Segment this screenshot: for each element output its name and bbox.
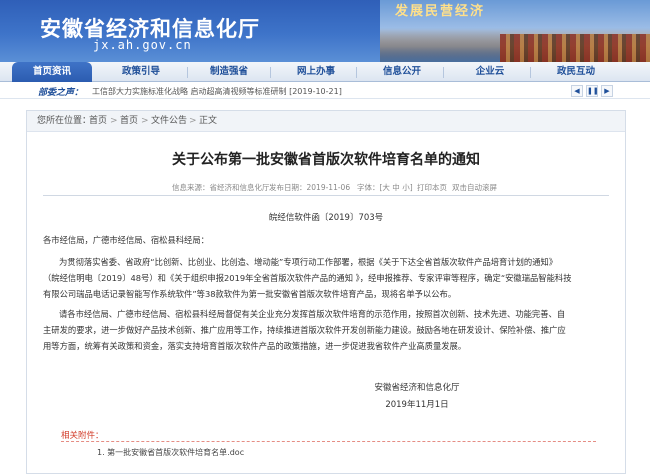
- breadcrumb-separator: >: [189, 116, 197, 126]
- nav-divider: [530, 67, 531, 78]
- breadcrumb-separator: >: [141, 116, 149, 126]
- ticker-label: 部委之声：: [38, 88, 84, 98]
- breadcrumb-prefix: 您所在位置：: [37, 116, 92, 126]
- nav-divider: [356, 67, 357, 78]
- document-number: 皖经信软件函〔2019〕703号: [268, 213, 384, 223]
- nav-item-online-services[interactable]: 网上办事: [276, 62, 356, 82]
- article-meta: 信息来源：省经济和信息化厅 发布日期：2019-11-06 字体：[大 中 小]…: [27, 180, 625, 194]
- article-panel: 您所在位置： 首页 > 首页 > 文件公告 > 正文 关于公布第一批安徽省首版次…: [26, 110, 626, 474]
- nav-item-enterprise-cloud[interactable]: 企业云: [450, 62, 530, 82]
- site-header: 发展民营经济 安徽省经济和信息化厅 jx.ah.gov.cn: [0, 0, 650, 62]
- body-paragraph-2-line-2: 主研发的要求，进一步做好产品技术创新、推广应用等工作，持续推进首版次软件开发创新…: [43, 325, 566, 335]
- banner-city-skyline: [380, 30, 500, 62]
- attachments-heading: 相关附件：: [61, 431, 104, 441]
- body-paragraph-1-line-3: 有限公司瑞品电话记录智能写作系统软件”等38款软件为第一批安徽省首版次软件培育产…: [43, 289, 457, 299]
- banner-slogan: 发展民营经济: [395, 4, 486, 19]
- nav-item-manufacturing[interactable]: 制造强省: [189, 62, 269, 82]
- meta-source: 信息来源：省经济和信息化厅: [172, 183, 270, 192]
- print-link[interactable]: 打印本页: [417, 182, 447, 193]
- signature-date: 2019年11月1日: [385, 400, 449, 410]
- attachments-divider: [61, 441, 596, 442]
- nav-item-gov-interaction[interactable]: 政民互动: [536, 62, 616, 82]
- nav-item-info-disclosure[interactable]: 信息公开: [362, 62, 442, 82]
- nav-item-home-news[interactable]: 首页资讯: [12, 62, 92, 82]
- body-paragraph-2-line-3: 用等方面，统筹有关政策和资金，落实支持培育首版次软件产品的政策措施，进一步促进我…: [43, 341, 467, 351]
- chevron-right-icon[interactable]: ▶: [601, 85, 613, 97]
- nav-divider: [187, 67, 188, 78]
- body-paragraph-1-line-2: （皖经信明电〔2019〕48号）和《关于组织申报2019年全省首版次软件产品的通…: [43, 273, 572, 283]
- body-paragraph-2-line-1: 请各市经信局、广德市经信局、宿松县科经局督促有关企业充分发挥首版次软件培育的示范…: [59, 309, 566, 319]
- meta-divider: [43, 195, 609, 196]
- chevron-left-icon[interactable]: ◀: [571, 85, 583, 97]
- nav-divider: [443, 67, 444, 78]
- breadcrumb-item-home[interactable]: 首页: [89, 111, 107, 132]
- nav-divider: [270, 67, 271, 78]
- main-nav: 首页资讯 政策引导 制造强省 网上办事 信息公开 企业云 政民互动: [0, 62, 650, 82]
- breadcrumb-item-home-2[interactable]: 首页: [120, 111, 138, 132]
- auto-scroll-link[interactable]: 双击自动滚屏: [452, 182, 497, 193]
- nav-item-policy[interactable]: 政策引导: [101, 62, 181, 82]
- news-ticker: 部委之声： 工信部大力实施标准化战略 启动超高清视频等标准研制 [2019-10…: [0, 83, 650, 99]
- breadcrumb-item-announcements[interactable]: 文件公告: [151, 111, 187, 132]
- banner-audience: [500, 34, 650, 62]
- signature-org: 安徽省经济和信息化厅: [374, 383, 460, 393]
- attachment-link[interactable]: 1. 第一批安徽省首版次软件培育名单.doc: [97, 447, 244, 458]
- ticker-headline[interactable]: 工信部大力实施标准化战略 启动超高清视频等标准研制 [2019-10-21]: [92, 86, 342, 97]
- article-title: 关于公布第一批安徽省首版次软件培育名单的通知: [172, 152, 480, 168]
- salutation: 各市经信局，广德市经信局、宿松县科经局：: [43, 235, 209, 245]
- breadcrumb-separator: >: [110, 116, 118, 126]
- body-paragraph-1-line-1: 为贯彻落实省委、省政府“比创新、比创业、比创造、增动能”专项行动工作部署，根据《…: [59, 257, 558, 267]
- site-domain: jx.ah.gov.cn: [93, 38, 192, 52]
- breadcrumb: 您所在位置： 首页 > 首页 > 文件公告 > 正文: [27, 111, 625, 132]
- meta-date: 发布日期：2019-11-06: [269, 183, 351, 192]
- pause-icon[interactable]: ❚❚: [586, 85, 599, 97]
- meta-font-size[interactable]: 字体：[大 中 小]: [357, 182, 413, 193]
- breadcrumb-item-current: 正文: [199, 116, 218, 126]
